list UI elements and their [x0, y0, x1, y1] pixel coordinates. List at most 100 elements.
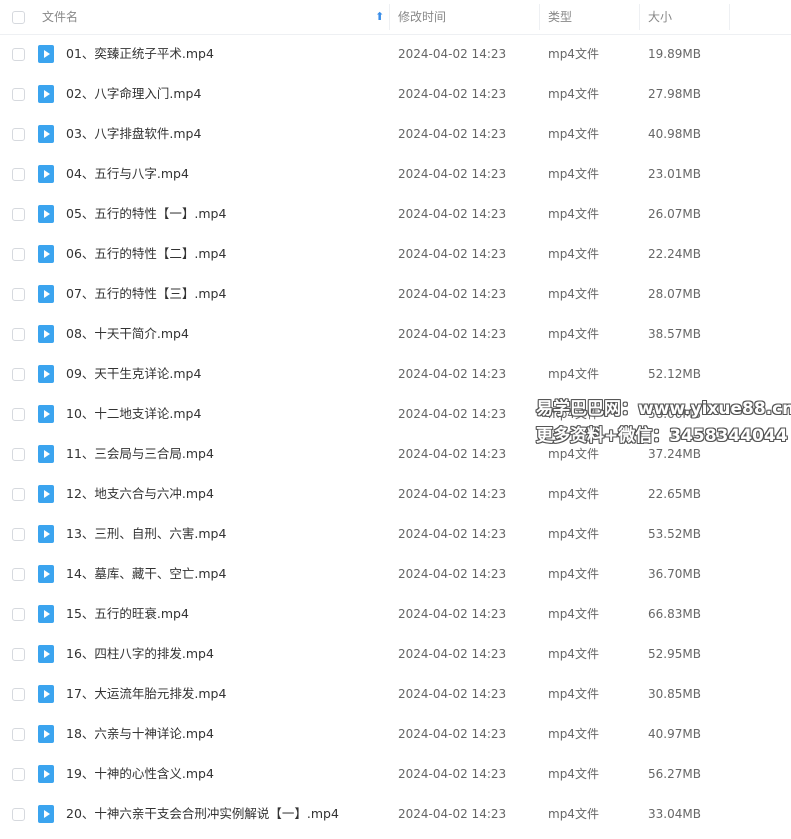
row-checkbox[interactable] — [12, 528, 25, 541]
file-row[interactable]: 09、天干生克详论.mp4 2024-04-02 14:23 mp4文件 52.… — [0, 354, 791, 394]
file-type: mp4文件 — [548, 567, 599, 581]
file-name[interactable]: 19、十神的心性含义.mp4 — [66, 754, 214, 794]
row-checkbox[interactable] — [12, 408, 25, 421]
file-row[interactable]: 03、八字排盘软件.mp4 2024-04-02 14:23 mp4文件 40.… — [0, 114, 791, 154]
file-modified-time: 2024-04-02 14:23 — [398, 487, 507, 501]
video-file-icon — [38, 365, 54, 383]
file-type: mp4文件 — [548, 807, 599, 821]
file-name[interactable]: 13、三刑、自刑、六害.mp4 — [66, 514, 226, 554]
file-type: mp4文件 — [548, 47, 599, 61]
file-name[interactable]: 11、三会局与三合局.mp4 — [66, 434, 214, 474]
file-row[interactable]: 07、五行的特性【三】.mp4 2024-04-02 14:23 mp4文件 2… — [0, 274, 791, 314]
file-modified-time: 2024-04-02 14:23 — [398, 47, 507, 61]
file-name[interactable]: 14、墓库、藏干、空亡.mp4 — [66, 554, 226, 594]
row-checkbox[interactable] — [12, 328, 25, 341]
row-checkbox[interactable] — [12, 488, 25, 501]
file-type: mp4文件 — [548, 287, 599, 301]
file-row[interactable]: 01、奕臻正统子平术.mp4 2024-04-02 14:23 mp4文件 19… — [0, 34, 791, 74]
file-type: mp4文件 — [548, 487, 599, 501]
row-checkbox[interactable] — [12, 368, 25, 381]
file-row[interactable]: 04、五行与八字.mp4 2024-04-02 14:23 mp4文件 23.0… — [0, 154, 791, 194]
column-header-type[interactable]: 类型 — [548, 0, 572, 34]
row-checkbox[interactable] — [12, 48, 25, 61]
file-name[interactable]: 02、八字命理入门.mp4 — [66, 74, 201, 114]
row-checkbox[interactable] — [12, 608, 25, 621]
video-file-icon — [38, 165, 54, 183]
row-checkbox[interactable] — [12, 808, 25, 821]
row-checkbox[interactable] — [12, 648, 25, 661]
file-name[interactable]: 04、五行与八字.mp4 — [66, 154, 189, 194]
file-type: mp4文件 — [548, 127, 599, 141]
column-divider[interactable] — [539, 4, 540, 30]
file-modified-time: 2024-04-02 14:23 — [398, 87, 507, 101]
row-checkbox[interactable] — [12, 688, 25, 701]
file-row[interactable]: 13、三刑、自刑、六害.mp4 2024-04-02 14:23 mp4文件 5… — [0, 514, 791, 554]
file-size: 22.65MB — [648, 487, 701, 501]
file-row[interactable]: 16、四柱八字的排发.mp4 2024-04-02 14:23 mp4文件 52… — [0, 634, 791, 674]
file-modified-time: 2024-04-02 14:23 — [398, 167, 507, 181]
file-row[interactable]: 18、六亲与十神详论.mp4 2024-04-02 14:23 mp4文件 40… — [0, 714, 791, 754]
sort-ascending-icon[interactable]: ⬆ — [375, 0, 384, 34]
file-size: 36.70MB — [648, 567, 701, 581]
row-checkbox[interactable] — [12, 128, 25, 141]
file-row[interactable]: 10、十二地支详论.mp4 2024-04-02 14:23 mp4文件 58.… — [0, 394, 791, 434]
file-name[interactable]: 12、地支六合与六冲.mp4 — [66, 474, 214, 514]
file-name[interactable]: 20、十神六亲干支会合刑冲实例解说【一】.mp4 — [66, 794, 339, 834]
file-type: mp4文件 — [548, 687, 599, 701]
file-modified-time: 2024-04-02 14:23 — [398, 327, 507, 341]
file-name[interactable]: 01、奕臻正统子平术.mp4 — [66, 34, 214, 74]
file-name[interactable]: 07、五行的特性【三】.mp4 — [66, 274, 226, 314]
file-size: 22.24MB — [648, 247, 701, 261]
file-modified-time: 2024-04-02 14:23 — [398, 447, 507, 461]
file-name[interactable]: 06、五行的特性【二】.mp4 — [66, 234, 226, 274]
file-name[interactable]: 09、天干生克详论.mp4 — [66, 354, 201, 394]
row-checkbox[interactable] — [12, 168, 25, 181]
file-modified-time: 2024-04-02 14:23 — [398, 207, 507, 221]
video-file-icon — [38, 285, 54, 303]
file-name[interactable]: 10、十二地支详论.mp4 — [66, 394, 201, 434]
column-header-modified[interactable]: 修改时间 — [398, 0, 446, 34]
file-row[interactable]: 17、大运流年胎元排发.mp4 2024-04-02 14:23 mp4文件 3… — [0, 674, 791, 714]
file-name[interactable]: 18、六亲与十神详论.mp4 — [66, 714, 214, 754]
file-size: 52.12MB — [648, 367, 701, 381]
column-header-name[interactable]: 文件名 — [42, 0, 78, 34]
file-row[interactable]: 15、五行的旺衰.mp4 2024-04-02 14:23 mp4文件 66.8… — [0, 594, 791, 634]
file-name[interactable]: 17、大运流年胎元排发.mp4 — [66, 674, 226, 714]
file-row[interactable]: 12、地支六合与六冲.mp4 2024-04-02 14:23 mp4文件 22… — [0, 474, 791, 514]
file-row[interactable]: 05、五行的特性【一】.mp4 2024-04-02 14:23 mp4文件 2… — [0, 194, 791, 234]
column-divider[interactable] — [729, 4, 730, 30]
video-file-icon — [38, 325, 54, 343]
file-size: 28.07MB — [648, 287, 701, 301]
select-all-checkbox[interactable] — [12, 11, 25, 24]
row-checkbox[interactable] — [12, 728, 25, 741]
video-file-icon — [38, 605, 54, 623]
file-size: 40.98MB — [648, 127, 701, 141]
row-checkbox[interactable] — [12, 448, 25, 461]
file-modified-time: 2024-04-02 14:23 — [398, 607, 507, 621]
file-row[interactable]: 19、十神的心性含义.mp4 2024-04-02 14:23 mp4文件 56… — [0, 754, 791, 794]
row-checkbox[interactable] — [12, 208, 25, 221]
column-divider[interactable] — [389, 4, 390, 30]
file-row[interactable]: 06、五行的特性【二】.mp4 2024-04-02 14:23 mp4文件 2… — [0, 234, 791, 274]
file-name[interactable]: 15、五行的旺衰.mp4 — [66, 594, 189, 634]
file-type: mp4文件 — [548, 527, 599, 541]
row-checkbox[interactable] — [12, 768, 25, 781]
file-row[interactable]: 20、十神六亲干支会合刑冲实例解说【一】.mp4 2024-04-02 14:2… — [0, 794, 791, 834]
file-name[interactable]: 16、四柱八字的排发.mp4 — [66, 634, 214, 674]
file-row[interactable]: 08、十天干简介.mp4 2024-04-02 14:23 mp4文件 38.5… — [0, 314, 791, 354]
column-divider[interactable] — [639, 4, 640, 30]
row-checkbox[interactable] — [12, 288, 25, 301]
file-size: 66.83MB — [648, 607, 701, 621]
file-name[interactable]: 03、八字排盘软件.mp4 — [66, 114, 201, 154]
video-file-icon — [38, 485, 54, 503]
file-size: 26.07MB — [648, 207, 701, 221]
file-name[interactable]: 08、十天干简介.mp4 — [66, 314, 189, 354]
row-checkbox[interactable] — [12, 88, 25, 101]
row-checkbox[interactable] — [12, 568, 25, 581]
column-header-size[interactable]: 大小 — [648, 0, 672, 34]
file-row[interactable]: 14、墓库、藏干、空亡.mp4 2024-04-02 14:23 mp4文件 3… — [0, 554, 791, 594]
file-name[interactable]: 05、五行的特性【一】.mp4 — [66, 194, 226, 234]
file-row[interactable]: 11、三会局与三合局.mp4 2024-04-02 14:23 mp4文件 37… — [0, 434, 791, 474]
row-checkbox[interactable] — [12, 248, 25, 261]
file-row[interactable]: 02、八字命理入门.mp4 2024-04-02 14:23 mp4文件 27.… — [0, 74, 791, 114]
